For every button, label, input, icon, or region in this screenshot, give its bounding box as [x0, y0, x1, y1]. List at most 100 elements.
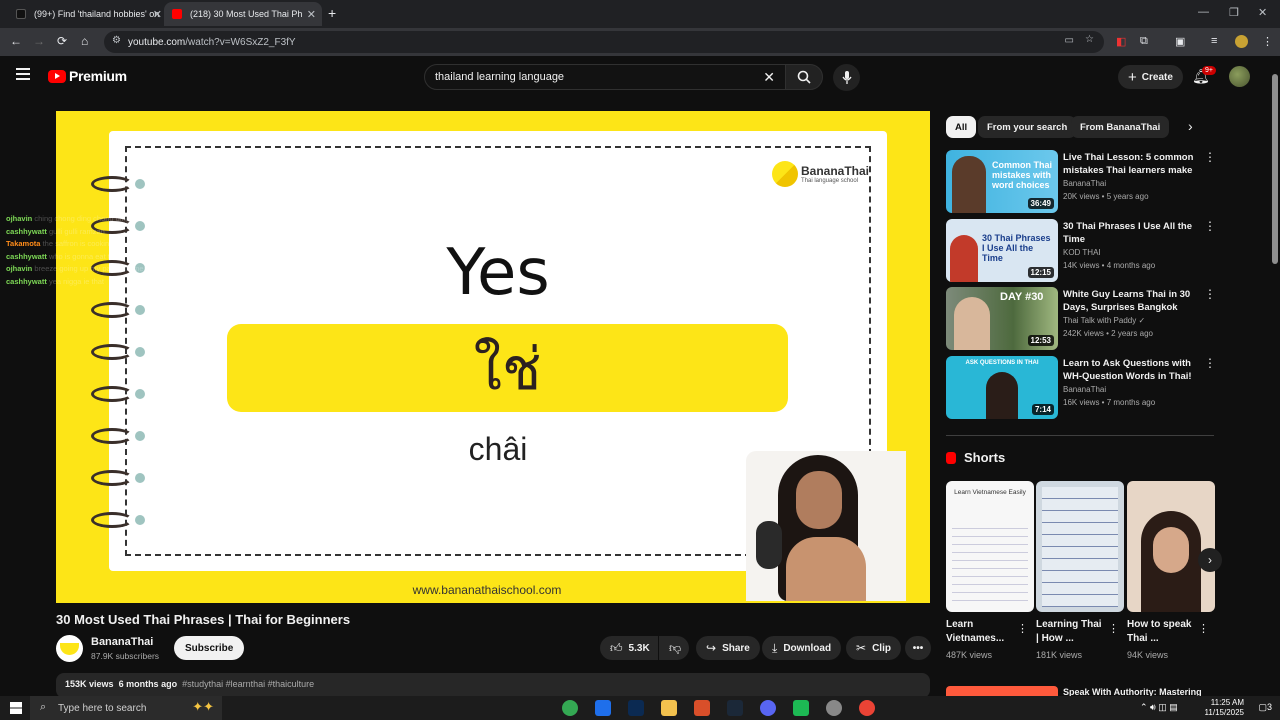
browser-tab-active[interactable]: (218) 30 Most Used Thai Phrases ✕	[164, 2, 322, 26]
scrollbar-thumb[interactable]	[1272, 74, 1278, 264]
sidebar-icon[interactable]: ▣	[1175, 35, 1185, 48]
more-actions-button[interactable]: •••	[905, 636, 931, 660]
chip-from-your-search[interactable]: From your search	[978, 116, 1077, 138]
recommendation-item[interactable]: ASK QUESTIONS IN THAI 7:14 Learn to Ask …	[946, 356, 1216, 420]
short-thumbnail[interactable]: Learn Vietnamese Easily	[946, 481, 1034, 612]
chevron-right-icon[interactable]: ›	[1188, 118, 1193, 134]
chip-all[interactable]: All	[946, 116, 977, 138]
short-title[interactable]: Learn Vietnames...	[946, 618, 1016, 646]
extension-icon[interactable]: ◧	[1116, 35, 1126, 48]
recommendation-channel[interactable]: BananaThai	[1063, 385, 1106, 394]
youtube-logo[interactable]: Premium	[48, 68, 127, 84]
site-info-icon[interactable]: ⚙	[112, 35, 121, 46]
chrome-taskbar-icon[interactable]	[859, 700, 875, 716]
recommendation-title[interactable]: 30 Thai Phrases I Use All the Time	[1063, 220, 1199, 246]
channel-name[interactable]: BananaThai	[91, 636, 153, 648]
video-thumbnail[interactable]: ASK QUESTIONS IN THAI 7:14	[946, 356, 1058, 419]
description-box[interactable]: 153K views 6 months ago #studythai #lear…	[56, 673, 930, 698]
chrome-taskbar-icon[interactable]	[562, 700, 578, 716]
taskbar-search-input[interactable]: ⌕ Type here to search ✦✦	[30, 696, 222, 720]
short-thumbnail[interactable]	[1127, 481, 1215, 612]
clear-search-icon[interactable]: ✕	[763, 69, 775, 86]
file-explorer-taskbar-icon[interactable]	[661, 700, 677, 716]
home-icon[interactable]: ⌂	[81, 34, 88, 48]
steam-taskbar-icon[interactable]	[727, 700, 743, 716]
close-tab-icon[interactable]: ✕	[307, 8, 316, 21]
cast-icon[interactable]: ▭	[1065, 35, 1074, 46]
browser-tab[interactable]: (99+) Find 'thailand hobbies' on ✕	[8, 2, 168, 26]
chip-from-bananathai[interactable]: From BananaThai	[1071, 116, 1170, 138]
hamburger-menu-icon[interactable]	[16, 68, 30, 80]
chrome-menu-icon[interactable]: ⋮	[1262, 35, 1273, 48]
search-button[interactable]	[785, 64, 823, 90]
like-button[interactable]: 👍︎ 5.3K	[600, 636, 658, 660]
duration-badge: 12:15	[1027, 267, 1054, 278]
dislike-button[interactable]: 👎︎	[659, 636, 689, 660]
restore-icon[interactable]: ❐	[1229, 6, 1239, 19]
forward-icon[interactable]: →	[33, 34, 45, 48]
app-taskbar-icon[interactable]	[826, 700, 842, 716]
reading-list-icon[interactable]: ≡	[1211, 35, 1217, 47]
share-button[interactable]: ↪ Share	[696, 636, 760, 660]
recommendation-item[interactable]: 30 Thai Phrases I Use All the Time 12:15…	[946, 219, 1216, 283]
more-vert-icon[interactable]: ⋮	[1017, 622, 1028, 635]
vscode-taskbar-icon[interactable]	[595, 700, 611, 716]
extensions-puzzle-icon[interactable]: ⧉	[1140, 35, 1148, 48]
address-bar[interactable]: ⚙ youtube.com/watch?v=W6SxZ2_F3fY ▭ ☆	[104, 31, 1104, 53]
minimize-icon[interactable]: —	[1198, 6, 1209, 18]
clock-time: 11:25 AM	[1210, 698, 1244, 707]
recommendation-title[interactable]: White Guy Learns Thai in 30 Days, Surpri…	[1063, 288, 1199, 314]
short-views: 487K views	[946, 650, 993, 660]
notification-center-icon[interactable]: ▢3	[1258, 702, 1272, 713]
duration-badge: 7:14	[1031, 404, 1054, 415]
chevron-right-icon[interactable]: ›	[1198, 548, 1222, 572]
recommendation-title[interactable]: Learn to Ask Questions with WH-Question …	[1063, 357, 1199, 383]
create-button[interactable]: + Create	[1118, 65, 1183, 89]
reload-icon[interactable]: ⟳	[57, 34, 67, 48]
subscriber-count: 87.9K subscribers	[91, 651, 160, 661]
system-tray-icons[interactable]: ⌃ 🔊︎ ◫ ▤	[1140, 702, 1178, 713]
profile-avatar-icon[interactable]	[1235, 35, 1248, 48]
clip-button[interactable]: ✂ Clip	[846, 636, 901, 660]
recommendation-item[interactable]: DAY #30 12:53 White Guy Learns Thai in 3…	[946, 287, 1216, 351]
windows-start-icon[interactable]	[10, 702, 22, 714]
video-thumbnail[interactable]: DAY #30 12:53	[946, 287, 1058, 350]
app-taskbar-icon[interactable]	[793, 700, 809, 716]
thumbnail-person	[950, 235, 978, 282]
video-player[interactable]: BananaThai Thai language school Yes ใช่ …	[56, 111, 930, 603]
more-vert-icon[interactable]: ⋮	[1204, 287, 1216, 301]
taskbar-clock[interactable]: 11:25 AM 11/15/2025	[1205, 698, 1244, 718]
app-taskbar-icon[interactable]	[694, 700, 710, 716]
subscribe-button[interactable]: Subscribe	[174, 636, 245, 660]
thumbnail-person	[952, 156, 986, 213]
hashtags[interactable]: #studythai #learnthai #thaiculture	[182, 679, 314, 689]
voice-search-button[interactable]	[833, 64, 860, 91]
back-icon[interactable]: ←	[10, 34, 22, 48]
bookmark-star-icon[interactable]: ☆	[1085, 34, 1094, 45]
more-vert-icon[interactable]: ⋮	[1198, 622, 1209, 635]
more-vert-icon[interactable]: ⋮	[1204, 150, 1216, 164]
discord-taskbar-icon[interactable]	[760, 700, 776, 716]
download-button[interactable]: ⤓ Download	[762, 636, 842, 660]
short-title[interactable]: Learning Thai | How ...	[1036, 618, 1106, 646]
recommendation-channel[interactable]: KOD THAI	[1063, 248, 1101, 257]
more-vert-icon[interactable]: ⋮	[1204, 219, 1216, 233]
recommendation-item[interactable]: Common Thai mistakes with word choices 3…	[946, 150, 1216, 214]
next-recommendation-thumbnail[interactable]	[946, 686, 1058, 696]
more-vert-icon[interactable]: ⋮	[1204, 356, 1216, 370]
close-tab-icon[interactable]: ✕	[153, 8, 162, 21]
video-thumbnail[interactable]: Common Thai mistakes with word choices 3…	[946, 150, 1058, 213]
recommendation-channel[interactable]: Thai Talk with Paddy ✓	[1063, 316, 1145, 325]
search-input[interactable]: thailand learning language ✕	[424, 64, 786, 90]
account-avatar[interactable]	[1229, 66, 1250, 87]
photoshop-taskbar-icon[interactable]	[628, 700, 644, 716]
short-title[interactable]: How to speak Thai ...	[1127, 618, 1197, 646]
recommendation-title[interactable]: Live Thai Lesson: 5 common mistakes Thai…	[1063, 151, 1199, 177]
close-window-icon[interactable]: ✕	[1258, 6, 1267, 19]
video-thumbnail[interactable]: 30 Thai Phrases I Use All the Time 12:15	[946, 219, 1058, 282]
short-thumbnail[interactable]	[1036, 481, 1124, 612]
recommendation-channel[interactable]: BananaThai	[1063, 179, 1106, 188]
more-vert-icon[interactable]: ⋮	[1108, 622, 1119, 635]
new-tab-icon[interactable]: +	[328, 5, 336, 21]
channel-avatar[interactable]	[56, 635, 83, 662]
